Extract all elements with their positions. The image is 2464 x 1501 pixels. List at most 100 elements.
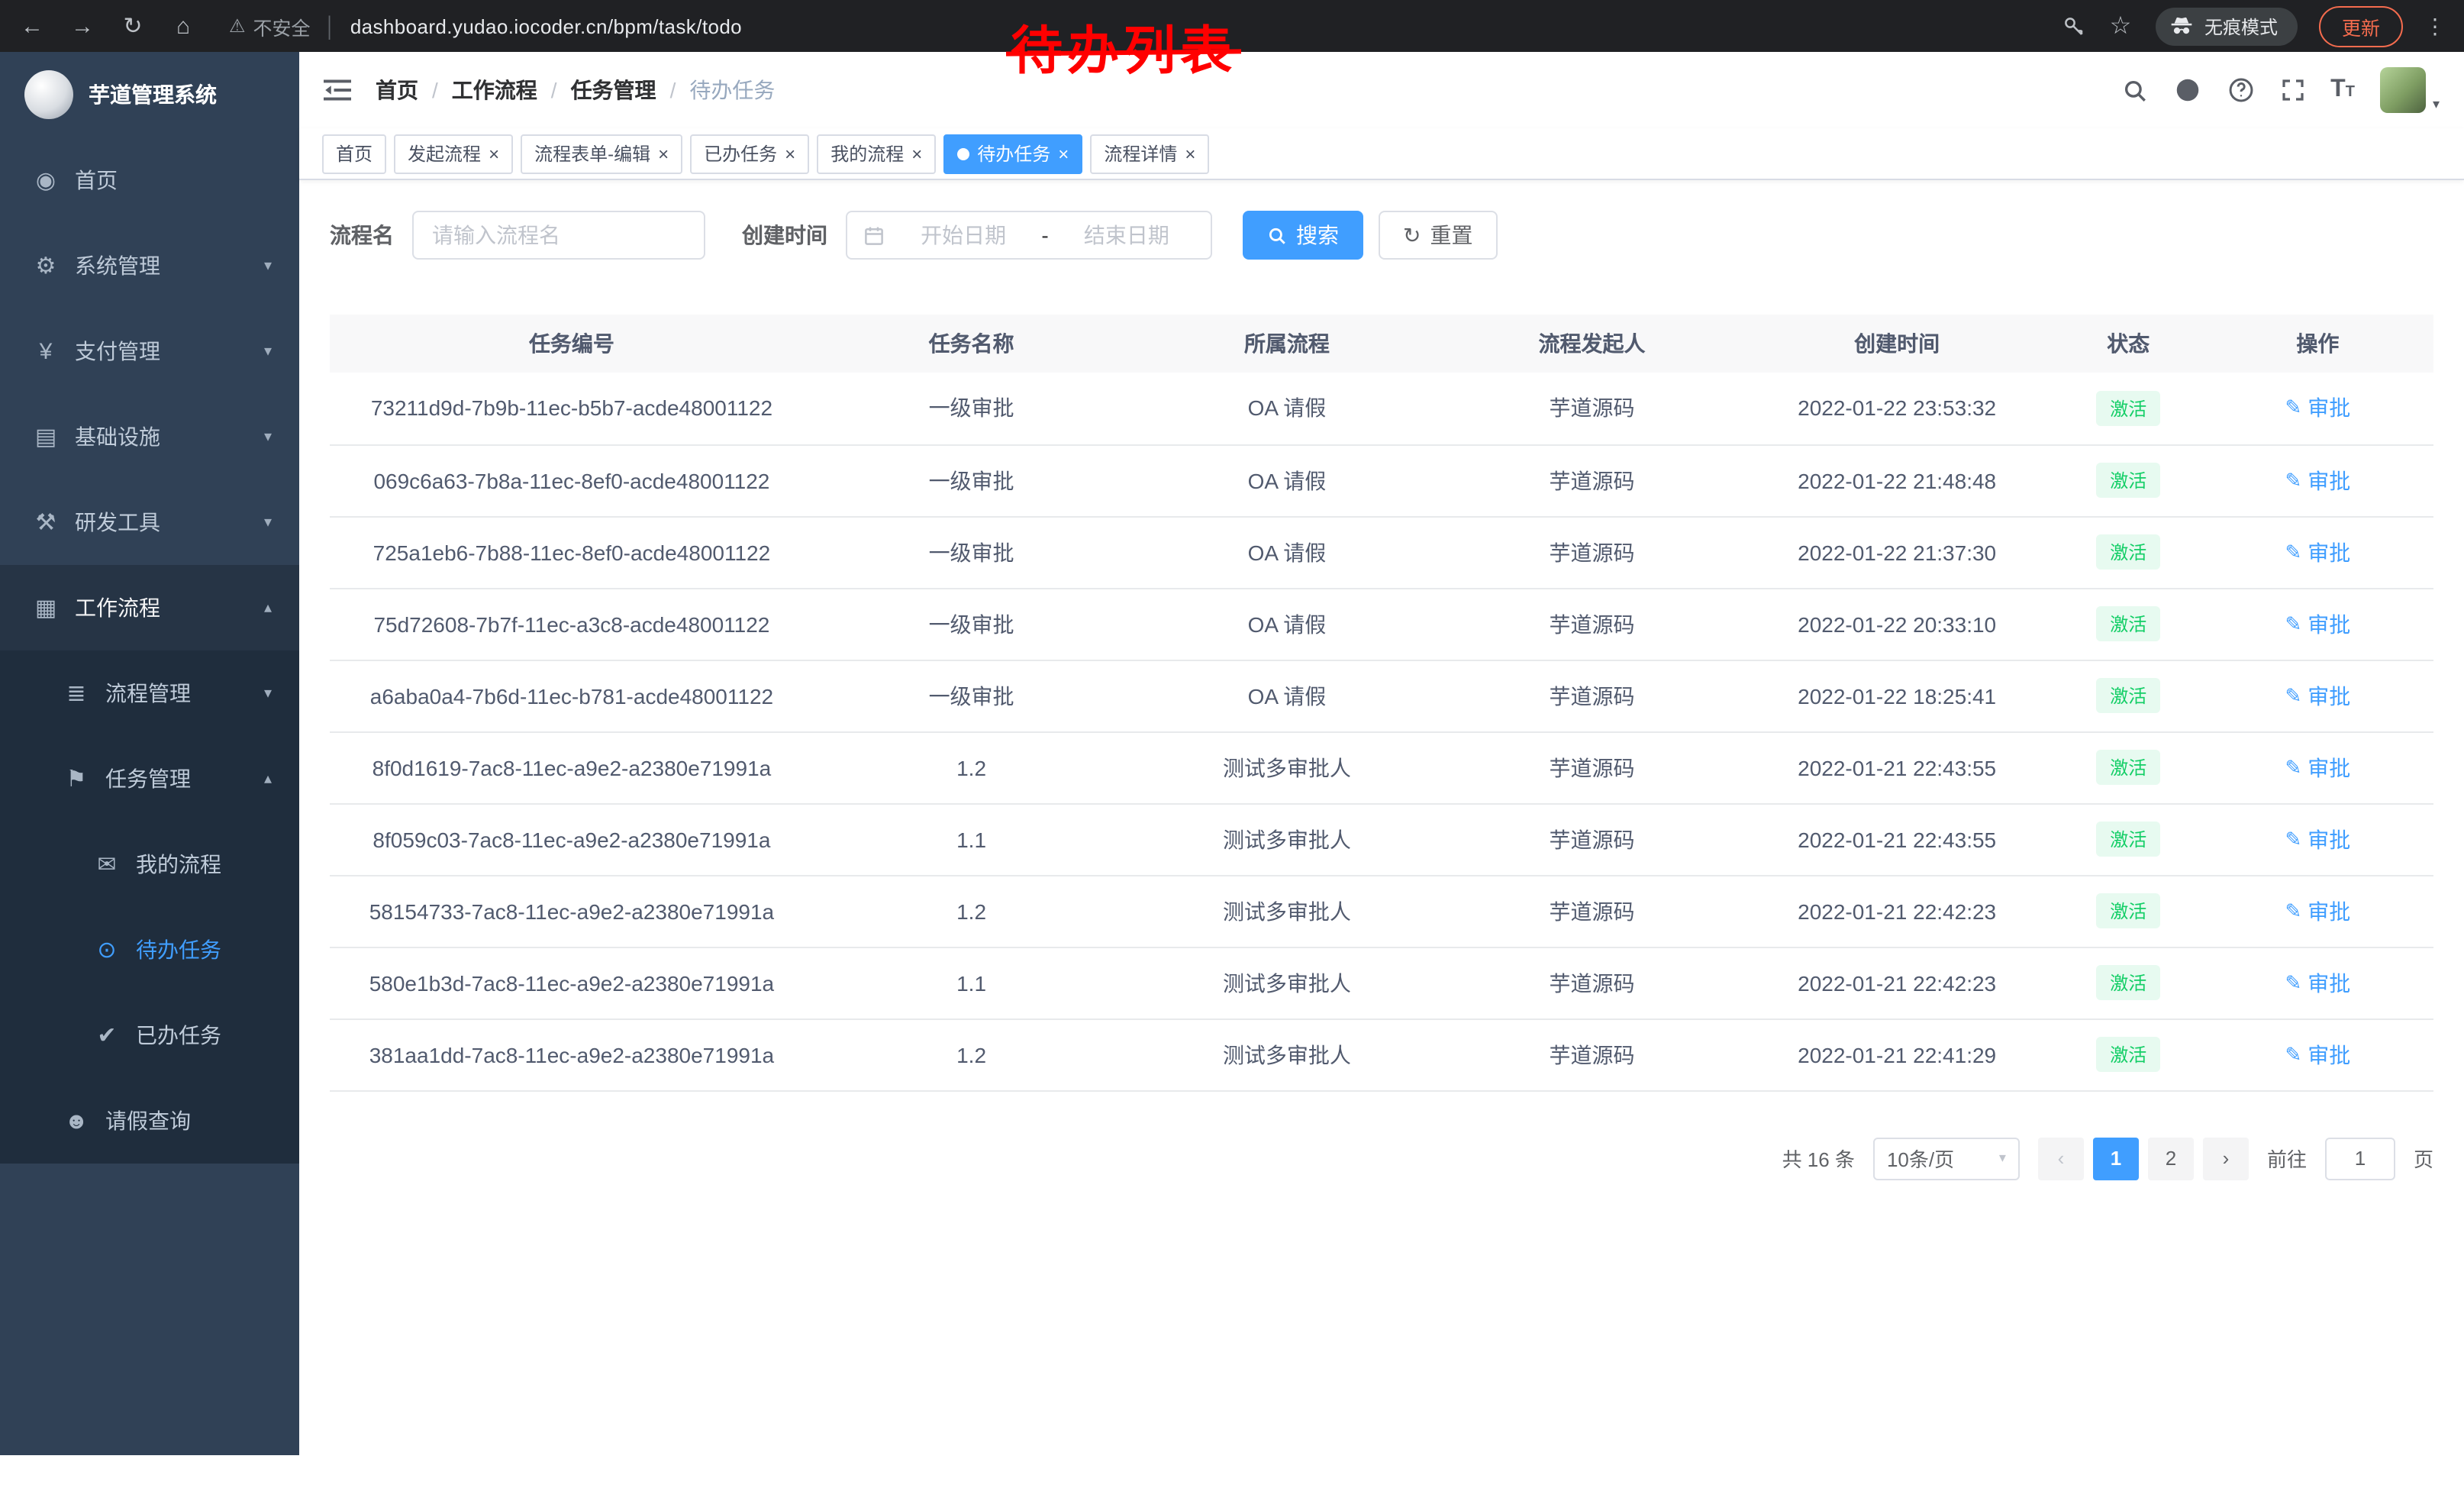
next-page-button[interactable]: › — [2203, 1137, 2249, 1180]
tag-process-form-edit[interactable]: 流程表单-编辑 × — [521, 134, 682, 173]
page-button-2[interactable]: 2 — [2148, 1137, 2194, 1180]
sidebar-item-home[interactable]: ◉首页 — [0, 137, 299, 223]
tag-todo-task[interactable]: 待办任务× — [943, 134, 1082, 173]
cell-create-time: 2022-01-22 21:37:30 — [1739, 516, 2054, 588]
approve-link-label: 审批 — [2308, 967, 2350, 998]
browser-home-button[interactable]: ⌂ — [169, 13, 197, 39]
browser-forward-button[interactable]: → — [69, 13, 96, 39]
approve-link-label: 审批 — [2308, 465, 2350, 495]
close-icon[interactable]: × — [911, 144, 922, 163]
sidebar-item-payment-management[interactable]: ¥支付管理▾ — [0, 308, 299, 394]
security-status[interactable]: ⚠ 不安全 — [229, 11, 311, 40]
approve-link[interactable]: ✎审批 — [2285, 680, 2350, 711]
browser-menu-icon[interactable]: ⋮ — [2424, 13, 2446, 39]
search-button[interactable]: 搜索 — [1243, 211, 1363, 260]
approve-link[interactable]: ✎审批 — [2285, 537, 2350, 567]
cell-task-name: 一级审批 — [814, 588, 1129, 660]
sidebar-item-my-process[interactable]: ✉我的流程 — [0, 822, 299, 907]
process-name-input[interactable] — [412, 211, 705, 260]
address-separator: │ — [324, 15, 337, 37]
cell-status: 激活 — [2055, 1018, 2202, 1090]
help-icon[interactable] — [2227, 76, 2254, 104]
page-size-select[interactable]: 10条/页 ▾ — [1873, 1137, 2020, 1180]
edit-icon: ✎ — [2285, 396, 2301, 421]
sidebar-item-todo-task[interactable]: ⊙待办任务 — [0, 907, 299, 993]
user-avatar[interactable]: ▾ — [2381, 67, 2440, 113]
close-icon[interactable]: × — [785, 144, 795, 163]
approve-link[interactable]: ✎审批 — [2285, 752, 2350, 783]
table-row: 580e1b3d-7ac8-11ec-a9e2-a2380e71991a1.1测… — [330, 947, 2433, 1018]
approve-link[interactable]: ✎审批 — [2285, 896, 2350, 926]
status-badge: 激活 — [2096, 750, 2160, 785]
column-header: 创建时间 — [1739, 315, 2054, 373]
tag-process-detail[interactable]: 流程详情× — [1090, 134, 1209, 173]
browser-reload-button[interactable]: ↻ — [119, 12, 147, 40]
column-header: 操作 — [2202, 315, 2433, 373]
tag-start-process[interactable]: 发起流程× — [394, 134, 513, 173]
approve-link[interactable]: ✎审批 — [2285, 967, 2350, 998]
cell-starter: 芋道源码 — [1445, 516, 1740, 588]
date-range-separator: - — [1041, 223, 1048, 247]
sidebar-item-workflow[interactable]: ▦工作流程▴ — [0, 565, 299, 650]
approve-link[interactable]: ✎审批 — [2285, 1039, 2350, 1070]
update-button[interactable]: 更新 — [2319, 5, 2403, 47]
cell-task-id: 73211d9d-7b9b-11ec-b5b7-acde48001122 — [330, 373, 814, 444]
sidebar-item-infrastructure[interactable]: ▤基础设施▾ — [0, 394, 299, 479]
cell-task-name: 1.1 — [814, 803, 1129, 875]
cell-action: ✎审批 — [2202, 444, 2433, 516]
table-row: 8f0d1619-7ac8-11ec-a9e2-a2380e71991a1.2测… — [330, 731, 2433, 803]
tag-done-task[interactable]: 已办任务× — [690, 134, 809, 173]
sidebar-fold-button[interactable] — [324, 78, 351, 102]
breadcrumb-separator: / — [432, 78, 438, 102]
approve-link-label: 审批 — [2308, 393, 2350, 424]
table-row: a6aba0a4-7b6d-11ec-b781-acde48001122一级审批… — [330, 660, 2433, 731]
tag-my-process[interactable]: 我的流程× — [817, 134, 936, 173]
tag-home[interactable]: 首页 — [322, 134, 386, 173]
sidebar-item-label: 首页 — [75, 165, 118, 195]
start-date-input[interactable]: 开始日期 — [895, 220, 1032, 250]
approve-link[interactable]: ✎审批 — [2285, 608, 2350, 639]
search-icon — [1267, 225, 1287, 245]
breadcrumb: 首页/工作流程/任务管理/待办任务 — [376, 75, 775, 105]
close-icon[interactable]: × — [489, 144, 499, 163]
url-text[interactable]: dashboard.yudao.iocoder.cn/bpm/task/todo — [350, 15, 742, 37]
goto-page-input[interactable] — [2325, 1137, 2395, 1180]
page-content: 流程名 创建时间 开始日期 - 结束日期 — [299, 180, 2464, 1210]
end-date-input[interactable]: 结束日期 — [1058, 220, 1195, 250]
breadcrumb-item[interactable]: 任务管理 — [571, 75, 656, 105]
approve-link[interactable]: ✎ 审批 — [2285, 393, 2350, 424]
key-icon[interactable] — [2062, 15, 2085, 37]
breadcrumb-item[interactable]: 首页 — [376, 75, 418, 105]
sidebar-item-leave-query[interactable]: ☻请假查询 — [0, 1078, 299, 1164]
cell-process: OA 请假 — [1129, 373, 1444, 444]
fullscreen-icon[interactable] — [2280, 78, 2304, 102]
app-logo[interactable]: 芋道管理系统 — [0, 52, 299, 137]
page-button-1[interactable]: 1 — [2093, 1137, 2139, 1180]
sidebar-item-task-management[interactable]: ⚑任务管理▴ — [0, 736, 299, 822]
sidebar-item-process-management[interactable]: ≣流程管理▾ — [0, 650, 299, 736]
status-badge: 激活 — [2096, 463, 2160, 498]
app-window: 芋道管理系统 ◉首页⚙系统管理▾¥支付管理▾▤基础设施▾⚒研发工具▾▦工作流程▴… — [0, 52, 2464, 1455]
sidebar-item-done-task[interactable]: ✔已办任务 — [0, 993, 299, 1078]
close-icon[interactable]: × — [1185, 144, 1195, 163]
approve-link[interactable]: ✎审批 — [2285, 465, 2350, 495]
reset-button[interactable]: ↻ 重置 — [1379, 211, 1497, 260]
tools-icon: ⚒ — [27, 508, 64, 536]
goto-label: 前往 — [2267, 1144, 2307, 1173]
close-icon[interactable]: × — [658, 144, 669, 163]
prev-page-button[interactable]: ‹ — [2038, 1137, 2084, 1180]
font-size-icon[interactable]: TT — [2330, 76, 2355, 104]
date-range-picker[interactable]: 开始日期 - 结束日期 — [846, 211, 1212, 260]
bookmark-star-icon[interactable]: ☆ — [2107, 11, 2134, 41]
sidebar-item-system-management[interactable]: ⚙系统管理▾ — [0, 223, 299, 308]
github-icon[interactable] — [2173, 76, 2201, 104]
browser-back-button[interactable]: ← — [18, 13, 46, 39]
sidebar-item-dev-tools[interactable]: ⚒研发工具▾ — [0, 479, 299, 565]
breadcrumb-item[interactable]: 工作流程 — [452, 75, 537, 105]
tag-label: 流程表单-编辑 — [534, 140, 650, 166]
search-icon[interactable] — [2121, 77, 2147, 103]
sidebar-item-label: 任务管理 — [105, 763, 191, 794]
approve-link[interactable]: ✎审批 — [2285, 824, 2350, 854]
cell-create-time: 2022-01-22 18:25:41 — [1739, 660, 2054, 731]
close-icon[interactable]: × — [1058, 144, 1069, 163]
